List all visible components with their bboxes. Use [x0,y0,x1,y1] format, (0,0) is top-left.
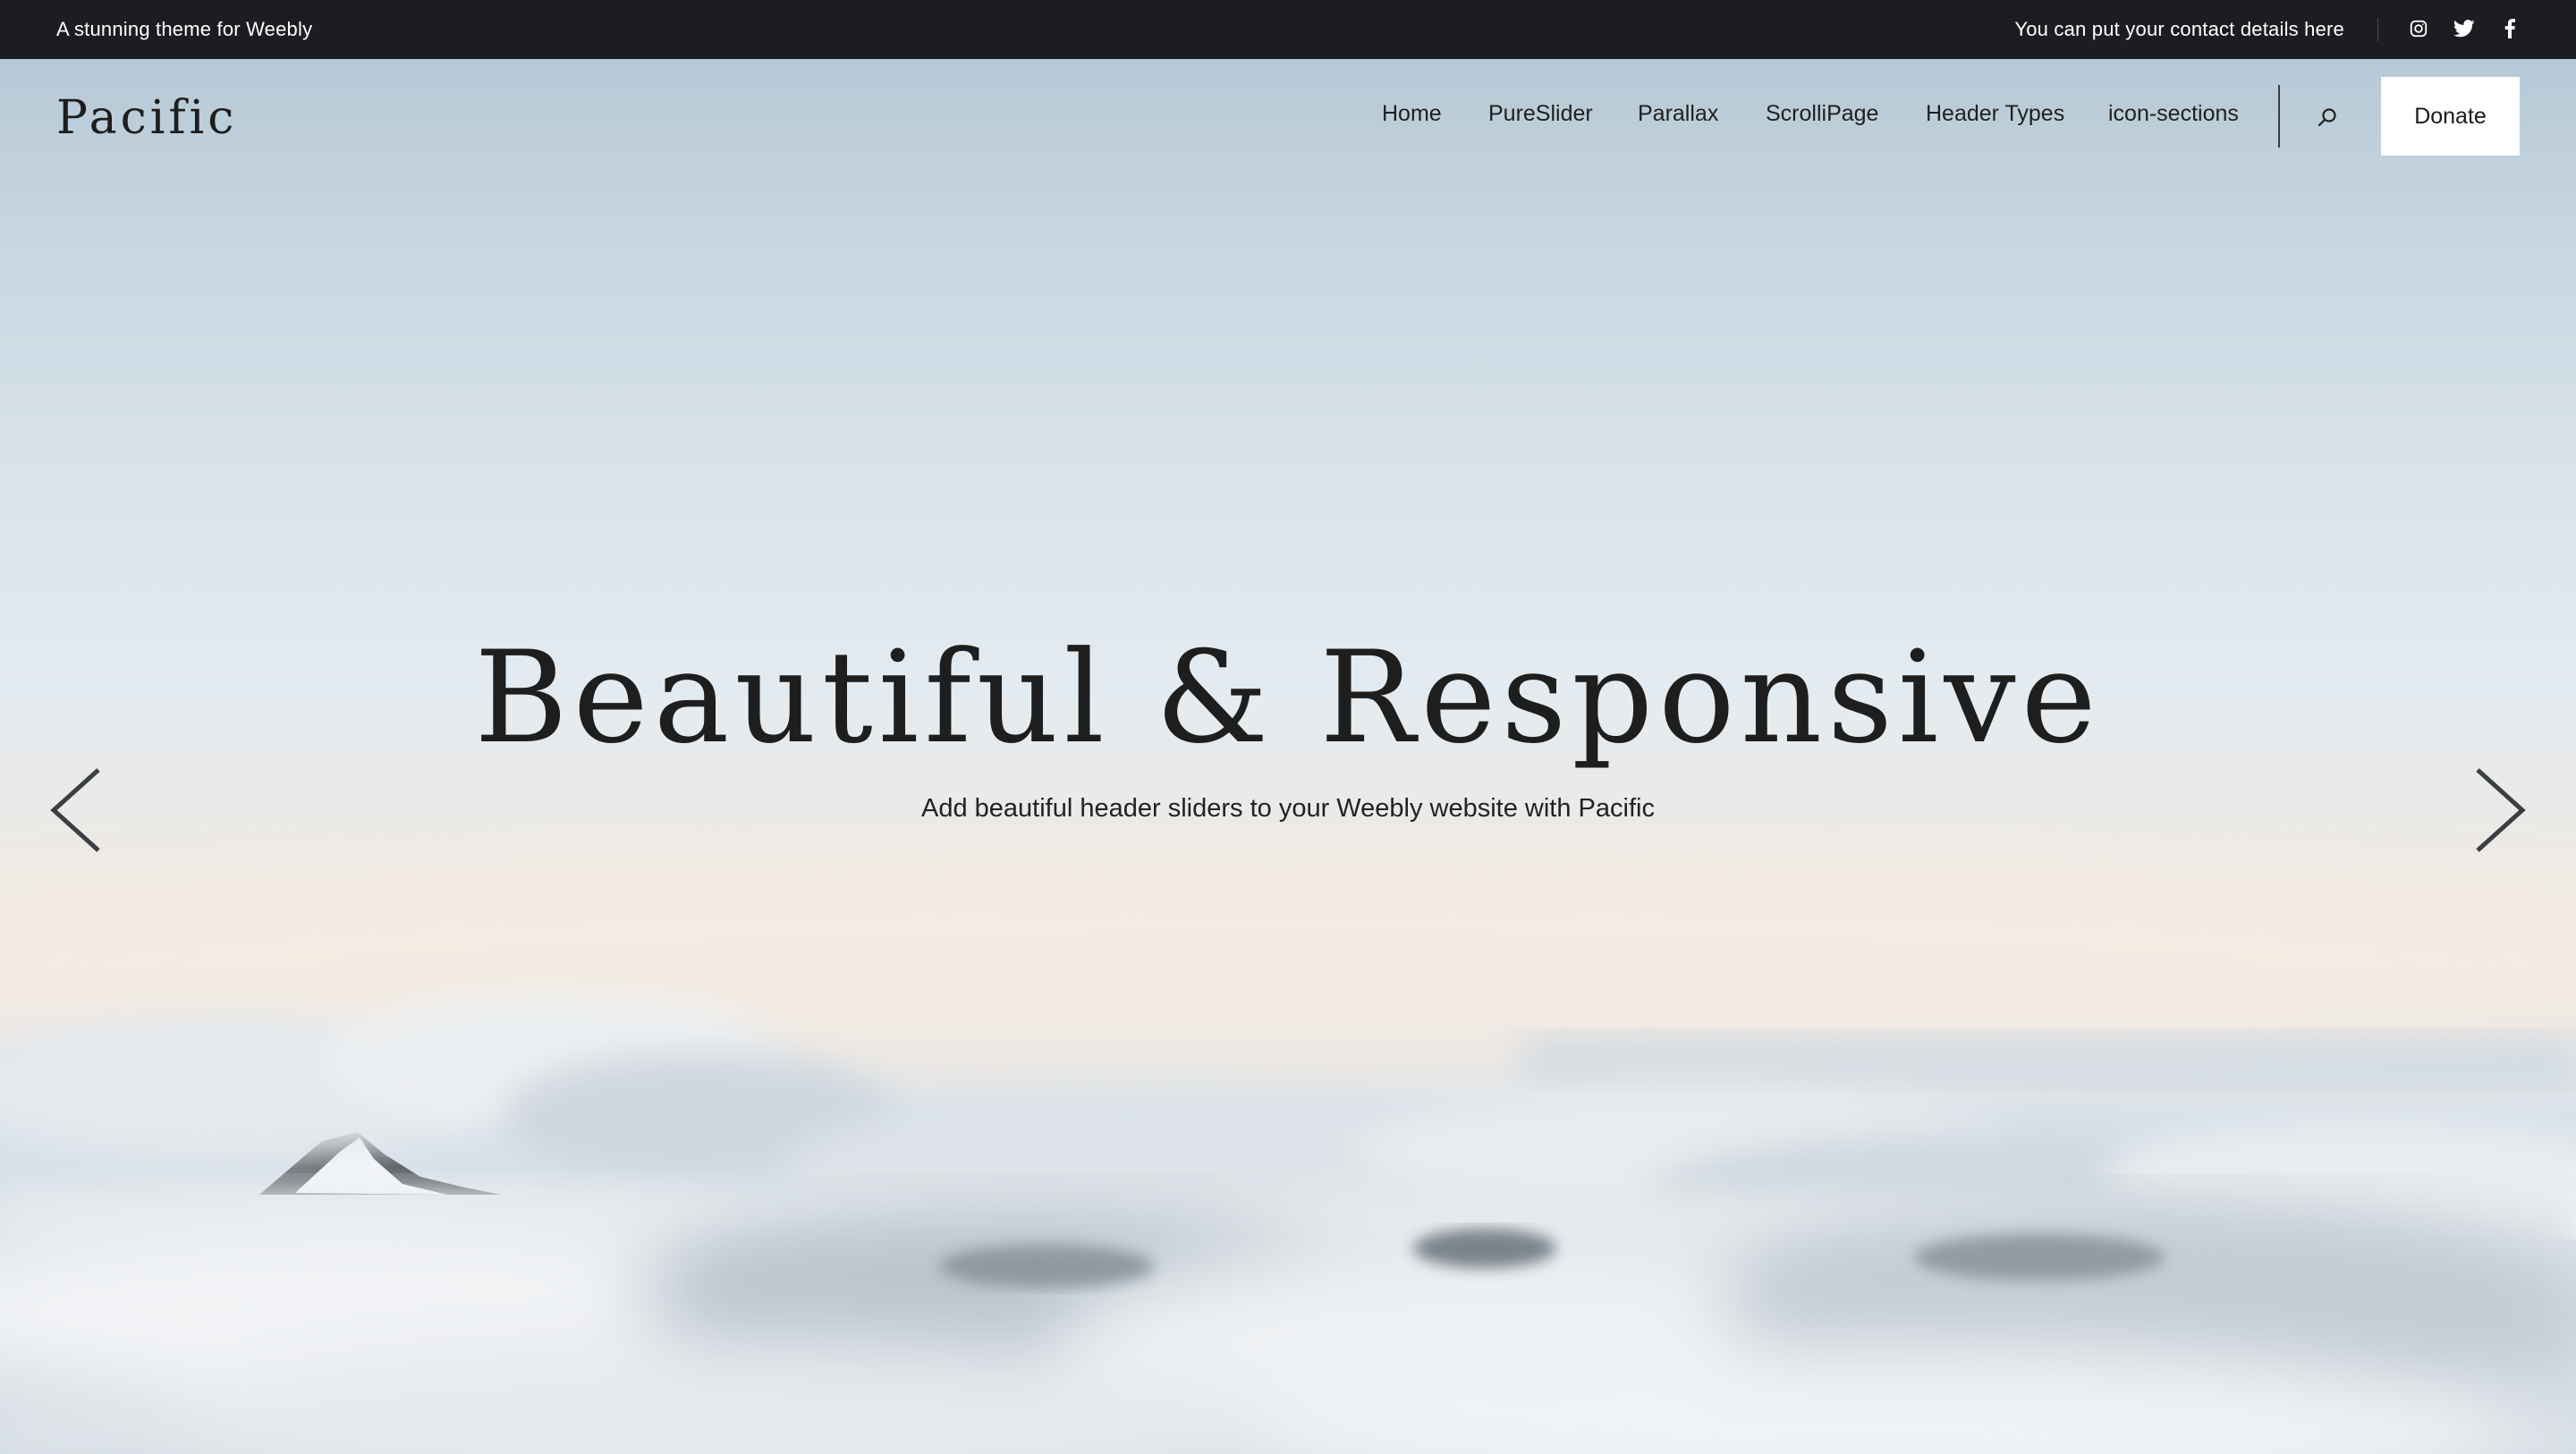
nav-header-types[interactable]: Header Types [1926,101,2064,127]
twitter-icon[interactable] [2452,16,2477,41]
instagram-icon[interactable] [2406,16,2431,41]
site-logo[interactable]: Pacific [56,91,237,145]
nav-scrollipage[interactable]: ScrolliPage [1766,101,1878,127]
top-bar: A stunning theme for Weebly You can put … [0,0,2576,59]
nav-divider [2278,85,2280,148]
slide-title: Beautiful & Responsive [474,624,2102,772]
slide-subtitle: Add beautiful header sliders to your Wee… [921,794,1655,823]
contact-details: You can put your contact details here [2014,18,2344,40]
nav-home[interactable]: Home [1382,101,1442,127]
nav-parallax[interactable]: Parallax [1638,101,1718,127]
facebook-icon[interactable] [2497,16,2522,41]
nav-icon-sections[interactable]: icon-sections [2108,101,2239,127]
donate-button[interactable]: Donate [2381,77,2520,156]
topbar-divider [2377,18,2378,41]
site-tagline: A stunning theme for Weebly [56,18,313,40]
nav-pureslider[interactable]: PureSlider [1488,101,1593,127]
search-icon[interactable] [2312,102,2343,132]
